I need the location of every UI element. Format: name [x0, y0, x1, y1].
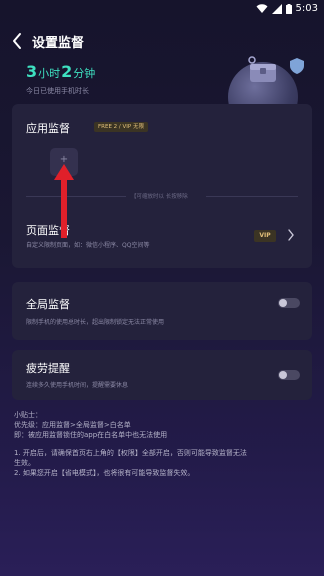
global-monitor-toggle[interactable]	[278, 298, 300, 308]
signal-icon	[271, 3, 282, 14]
toggle-knob	[279, 371, 287, 379]
global-monitor-card[interactable]: 全局监督 限制手机的使用总时长，超出限制锁定无法正常使用	[12, 282, 312, 340]
usage-minutes: 2	[61, 62, 73, 81]
status-bar: 5:03	[0, 0, 324, 22]
usage-hours-unit: 小时	[38, 67, 61, 80]
usage-description: 今日已使用手机时长	[26, 87, 89, 95]
arrow-annotation	[54, 164, 74, 238]
global-monitor-description: 限制手机的使用总时长，超出限制锁定无法正常使用	[26, 319, 165, 326]
tips-line-permission-cont: 生效。	[14, 459, 35, 467]
tips-line-permission: 1. 开启后，请确保首页右上角的【权限】全部开启，否则可能导致监督无法	[14, 449, 247, 457]
page-title: 设置监督	[32, 36, 85, 51]
status-time: 5:03	[295, 3, 318, 14]
free-vip-badge: FREE 2 / VIP 无限	[94, 122, 148, 132]
global-monitor-title: 全局监督	[26, 298, 70, 311]
battery-icon	[285, 3, 292, 14]
tips-line-explanation: 即：被应用监督锁住的app在白名单中也无法使用	[14, 431, 168, 439]
app-monitor-title: 应用监督	[26, 122, 70, 135]
treasure-chest-icon	[248, 56, 276, 82]
status-icons: 5:03	[256, 3, 318, 14]
header: 设置监督	[0, 28, 324, 54]
tips-heading: 小贴士：	[14, 411, 42, 419]
divider-left	[26, 196, 126, 197]
page-monitor-description: 自定义限制页面，如：微信小程序、QQ空间等	[26, 242, 150, 249]
wifi-icon	[256, 3, 268, 13]
usage-minutes-unit: 分钟	[73, 67, 96, 80]
toggle-knob	[279, 299, 287, 307]
fatigue-reminder-toggle[interactable]	[278, 370, 300, 380]
fatigue-reminder-card[interactable]: 疲劳提醒 连续多久使用手机时间，提醒需要休息	[12, 350, 312, 400]
divider-right	[206, 196, 298, 197]
tips-line-priority: 优先级：应用监督>全局监督>白名单	[14, 421, 131, 429]
hint-text: 【可缩放时以 长按移除	[131, 194, 188, 200]
tips-line-power-saving: 2. 如果您开启【省电模式】，也将很有可能导致监督失效。	[14, 469, 195, 477]
chevron-right-icon[interactable]	[287, 228, 295, 242]
back-icon[interactable]	[8, 30, 28, 52]
tips-section: 小贴士： 优先级：应用监督>全局监督>白名单 即：被应用监督锁住的app在白名单…	[14, 410, 314, 478]
tips-gap	[14, 440, 314, 448]
usage-time: 3 小时 2 分钟	[26, 62, 95, 81]
shield-icon	[290, 58, 304, 74]
fatigue-reminder-description: 连续多久使用手机时间，提醒需要休息	[26, 382, 129, 389]
usage-hours: 3	[26, 62, 38, 81]
fatigue-reminder-title: 疲劳提醒	[26, 362, 70, 375]
vip-tag: VIP	[254, 230, 276, 242]
